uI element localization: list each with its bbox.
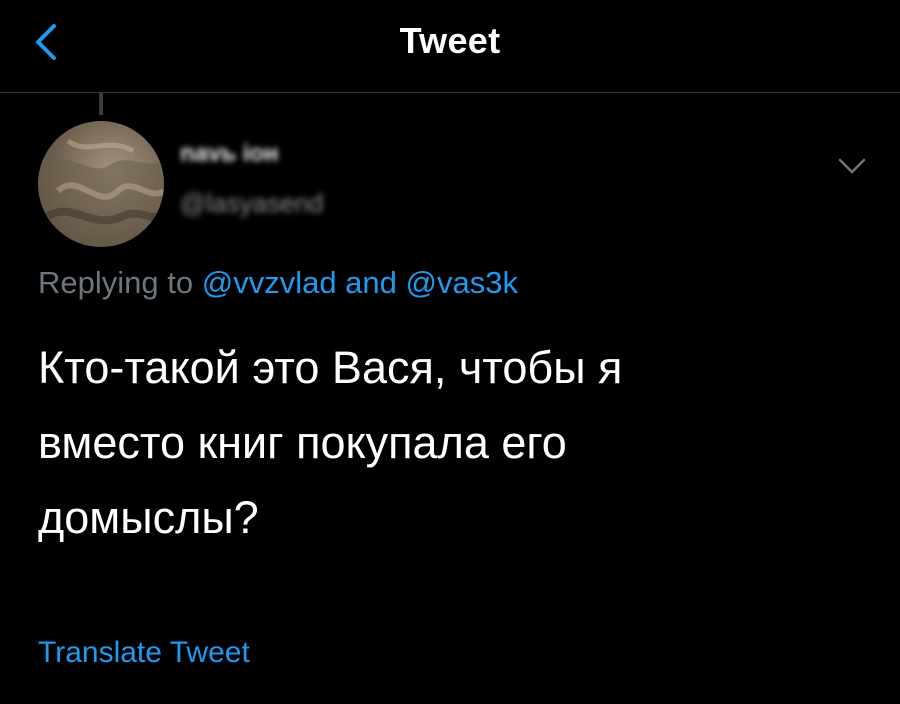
top-bar: Tweet [0, 0, 900, 93]
author-handle[interactable]: @lasyasend [180, 188, 370, 218]
reply-prefix: Replying to [38, 265, 202, 300]
translate-tweet-link[interactable]: Translate Tweet [38, 636, 250, 670]
reply-connector[interactable]: and [337, 265, 406, 300]
mention-link-vvzvlad[interactable]: @vvzvlad [202, 265, 337, 300]
more-options-button[interactable] [832, 152, 872, 182]
display-name-text: nаvь іон [180, 140, 279, 167]
mention-link-vas3k[interactable]: @vas3k [406, 265, 518, 300]
thread-connector [99, 93, 103, 115]
tweet-screen: Tweet nаvь іон @lasyasend Replying to @v… [0, 0, 900, 704]
avatar[interactable] [38, 121, 164, 247]
tweet-line: вместо книг покупала его [38, 417, 567, 468]
page-title: Tweet [399, 20, 501, 61]
tweet-line: Кто-такой это Вася, чтобы я [38, 342, 623, 393]
author-display-name[interactable]: nаvь іон [180, 140, 340, 170]
reply-context: Replying to @vvzvlad and @vas3k [38, 265, 518, 301]
tweet-body: Кто-такой это Вася, чтобы я вместо книг … [38, 330, 858, 555]
avatar-image [38, 138, 164, 247]
handle-text: @lasyasend [180, 188, 324, 218]
chevron-down-icon [838, 158, 866, 174]
tweet-line: домыслы? [38, 492, 259, 543]
